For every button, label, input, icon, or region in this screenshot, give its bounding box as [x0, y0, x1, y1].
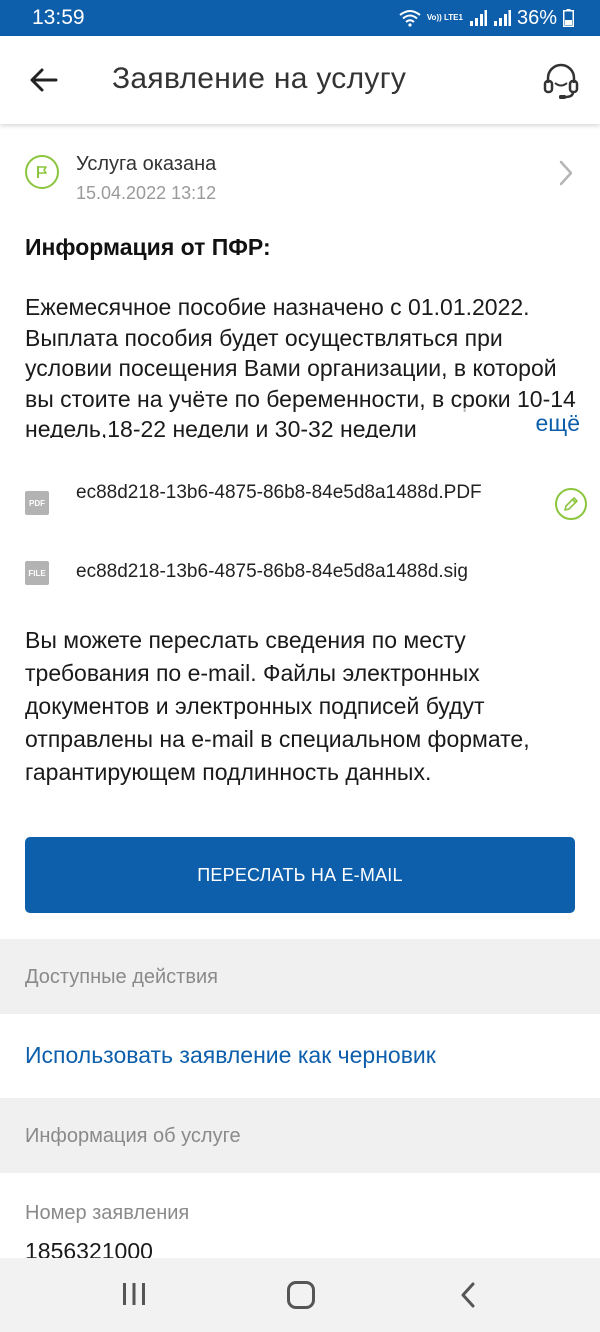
service-status-title: Услуга оказана	[76, 153, 217, 175]
chevron-right-icon	[559, 160, 573, 186]
application-number-label: Номер заявления	[25, 1202, 190, 1224]
more-fade: ещё	[430, 408, 580, 438]
support-button[interactable]	[536, 56, 586, 106]
file-icon: FILE	[25, 561, 49, 585]
info-heading: Информация от ПФР:	[25, 234, 271, 260]
headset-icon	[543, 63, 579, 99]
email-note: Вы можете переслать сведения по месту тр…	[25, 627, 530, 785]
network-label: Vo)) LTE1	[426, 13, 463, 22]
recents-icon[interactable]	[120, 1282, 148, 1306]
send-email-button[interactable]: ПЕРЕСЛАТЬ НА E-MAIL	[25, 837, 575, 913]
file-item-pdf[interactable]: PDF ec88d218-13b6-4875-86b8-84e5d8a1488d…	[0, 480, 600, 532]
nav-back-icon[interactable]	[458, 1282, 478, 1308]
actions-label: Доступные действия	[25, 966, 218, 988]
battery-percent: 36%	[516, 6, 557, 29]
use-as-draft-link[interactable]: Использовать заявление как черновик	[25, 1042, 436, 1069]
signal-icon	[469, 10, 487, 26]
actions-section-header: Доступные действия	[0, 939, 600, 1014]
file-item-sig[interactable]: FILE ec88d218-13b6-4875-86b8-84e5d8a1488…	[0, 559, 600, 587]
status-time: 13:59	[32, 6, 85, 29]
signal-icon-2	[493, 10, 511, 26]
page-title: Заявление на услугу	[112, 62, 407, 95]
battery-icon	[563, 9, 574, 27]
arrow-left-icon	[30, 68, 58, 92]
service-info-label: Информация об услуге	[25, 1125, 241, 1147]
service-info-section-header: Информация об услуге	[0, 1098, 600, 1173]
app-bar: Заявление на услугу	[0, 36, 600, 124]
file-name: ec88d218-13b6-4875-86b8-84e5d8a1488d.PDF	[76, 482, 482, 503]
service-status-row[interactable]: Услуга оказана 15.04.2022 13:12	[0, 140, 600, 212]
file-name: ec88d218-13b6-4875-86b8-84e5d8a1488d.sig	[76, 561, 468, 582]
home-icon[interactable]	[287, 1281, 315, 1309]
status-bar: 13:59 Vo)) LTE1 36%	[0, 0, 600, 36]
signature-icon[interactable]	[555, 488, 587, 520]
flag-icon	[25, 155, 59, 189]
service-status-date: 15.04.2022 13:12	[76, 183, 217, 203]
status-icons: Vo)) LTE1 36%	[399, 5, 574, 31]
system-nav-bar	[0, 1258, 600, 1332]
info-text-block: Ежемесячное пособие назначено с 01.01.20…	[25, 292, 580, 438]
more-link[interactable]: ещё	[535, 410, 580, 436]
back-button[interactable]	[22, 58, 66, 102]
pdf-file-icon: PDF	[25, 491, 49, 515]
wifi-icon	[399, 10, 421, 27]
